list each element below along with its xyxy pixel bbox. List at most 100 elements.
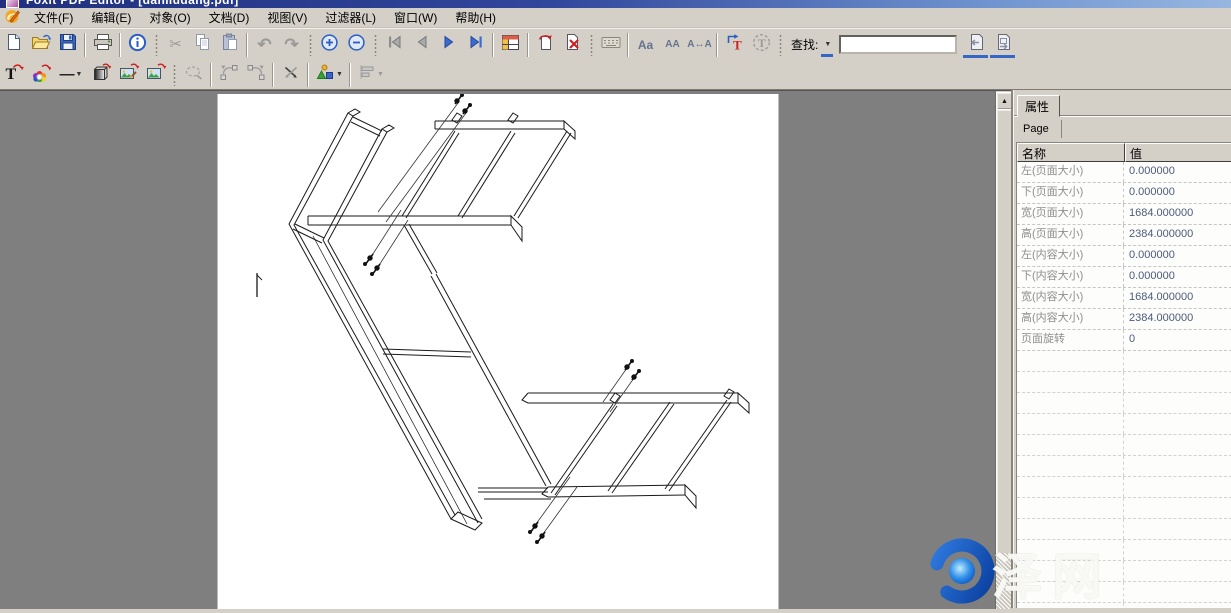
separator [246, 33, 248, 57]
properties-panel: 属性 Page 名称 值 左(页面大小) 0.000000 下(页面大小) 0.… [1013, 90, 1231, 608]
property-row[interactable]: 下(页面大小) 0.000000 [1017, 183, 1231, 204]
separator [527, 33, 529, 57]
pdf-page[interactable] [217, 94, 779, 609]
keyboard-button[interactable] [597, 32, 624, 58]
new-button[interactable] [0, 32, 27, 58]
empty-row [1017, 456, 1231, 477]
lasso-select-button[interactable] [180, 62, 207, 88]
property-value: 2384.000000 [1124, 309, 1231, 329]
property-row[interactable]: 左(内容大小) 0.000000 [1017, 246, 1231, 267]
color-tool-button[interactable] [27, 62, 54, 88]
font-tracking-button[interactable]: A↔A [686, 32, 713, 58]
menu-item[interactable]: 编辑(E) [82, 7, 140, 28]
property-row[interactable]: 页面旋转 0 [1017, 330, 1231, 351]
separator [349, 63, 351, 87]
edit-text-tool-button[interactable]: T [0, 62, 27, 88]
menu-item[interactable]: 文件(F) [25, 7, 82, 28]
open-button[interactable] [27, 32, 54, 58]
delete-page-button[interactable] [559, 32, 586, 58]
menu-item[interactable]: 窗口(W) [385, 7, 446, 28]
copy-button[interactable] [189, 32, 216, 58]
property-name: 宽(页面大小) [1017, 204, 1124, 224]
find-previous-icon [966, 33, 986, 57]
menu-item[interactable]: 文档(D) [200, 7, 259, 28]
undo-button[interactable]: ↶ [251, 32, 278, 58]
next-page-icon [440, 33, 458, 56]
shading-tool-button[interactable] [88, 62, 115, 88]
property-name: 下(内容大小) [1017, 267, 1124, 287]
toolbar-drag-handle[interactable] [374, 34, 377, 56]
text-frame-button[interactable]: T [748, 32, 775, 58]
find-input[interactable] [839, 35, 957, 54]
vertical-scrollbar[interactable]: ▲ [995, 90, 1013, 609]
property-name: 左(页面大小) [1017, 162, 1124, 182]
properties-tab-label: 属性 [1025, 98, 1049, 115]
print-button[interactable] [89, 32, 116, 58]
column-header-value[interactable]: 值 [1125, 143, 1231, 162]
separator [210, 63, 212, 87]
toolbar-drag-handle[interactable] [590, 34, 593, 56]
menu-item[interactable]: 对象(O) [140, 7, 199, 28]
property-row[interactable]: 高(页面大小) 2384.000000 [1017, 225, 1231, 246]
cut-button[interactable]: ✂ [162, 32, 189, 58]
separator [716, 33, 718, 57]
paste-button[interactable] [216, 32, 243, 58]
save-button[interactable] [54, 32, 81, 58]
separator [492, 33, 494, 57]
property-row[interactable]: 下(内容大小) 0.000000 [1017, 267, 1231, 288]
redo-button[interactable]: ↷ [278, 32, 305, 58]
find-previous-button[interactable] [962, 32, 989, 58]
last-page-button[interactable] [462, 32, 489, 58]
scrollbar-track[interactable] [996, 553, 1012, 609]
tab-properties[interactable]: 属性 [1017, 95, 1060, 117]
edit-image-tool-button[interactable] [115, 62, 142, 88]
redo-arrow-icon: ↷ [284, 36, 298, 53]
document-canvas[interactable] [0, 90, 995, 609]
toolbar-drag-handle[interactable] [173, 64, 176, 86]
menu-item[interactable]: 视图(V) [258, 7, 316, 28]
toolbar-drag-handle[interactable] [779, 34, 782, 56]
flip-object-button[interactable] [277, 62, 304, 88]
property-row[interactable]: 宽(内容大小) 1684.000000 [1017, 288, 1231, 309]
document-info-button[interactable] [124, 32, 151, 58]
toolbar-drag-handle[interactable] [309, 34, 312, 56]
property-row[interactable]: 左(页面大小) 0.000000 [1017, 162, 1231, 183]
property-row[interactable]: 高(内容大小) 2384.000000 [1017, 309, 1231, 330]
scrollbar-thumb[interactable] [996, 109, 1013, 555]
empty-row [1017, 393, 1231, 414]
separator [307, 63, 309, 87]
application-window: { "window": { "title": "Foxit PDF Editor… [0, 0, 1231, 608]
property-name: 宽(内容大小) [1017, 288, 1124, 308]
align-objects-button[interactable]: ▼ [354, 62, 388, 88]
zoom-out-button[interactable] [343, 32, 370, 58]
image-icon [146, 63, 166, 87]
insert-text-button[interactable]: T [721, 32, 748, 58]
menu-item[interactable]: 过滤器(L) [316, 7, 385, 28]
property-row[interactable]: 宽(页面大小) 1684.000000 [1017, 204, 1231, 225]
first-page-button[interactable] [381, 32, 408, 58]
page-layout-button[interactable] [497, 32, 524, 58]
find-next-button[interactable] [989, 32, 1016, 58]
tab-page[interactable]: Page [1017, 120, 1062, 138]
next-page-button[interactable] [435, 32, 462, 58]
replace-image-tool-button[interactable] [142, 62, 169, 88]
rotate-page-button[interactable] [532, 32, 559, 58]
lasso-icon [184, 63, 204, 86]
color-wheel-icon [31, 63, 51, 87]
dropdown-arrow-icon: ▼ [377, 71, 384, 78]
insert-shape-button[interactable]: ▼ [312, 62, 346, 88]
font-pair-kerning-button[interactable]: AA [659, 32, 686, 58]
find-options-dropdown[interactable]: ▼ [820, 33, 834, 57]
rotate-selection-left-button[interactable] [215, 62, 242, 88]
property-value: 0.000000 [1124, 162, 1231, 182]
toolbar-drag-handle[interactable] [155, 34, 158, 56]
menu-item[interactable]: 帮助(H) [446, 7, 505, 28]
rotate-selection-right-button[interactable] [242, 62, 269, 88]
column-header-name[interactable]: 名称 [1017, 143, 1125, 162]
scrollbar-up-button[interactable]: ▲ [996, 92, 1013, 110]
zoom-in-button[interactable] [316, 32, 343, 58]
previous-page-button[interactable] [408, 32, 435, 58]
zoom-out-icon [347, 33, 366, 57]
line-style-button[interactable]: — ▼ [54, 62, 88, 88]
font-properties-button[interactable]: Aa [632, 32, 659, 58]
